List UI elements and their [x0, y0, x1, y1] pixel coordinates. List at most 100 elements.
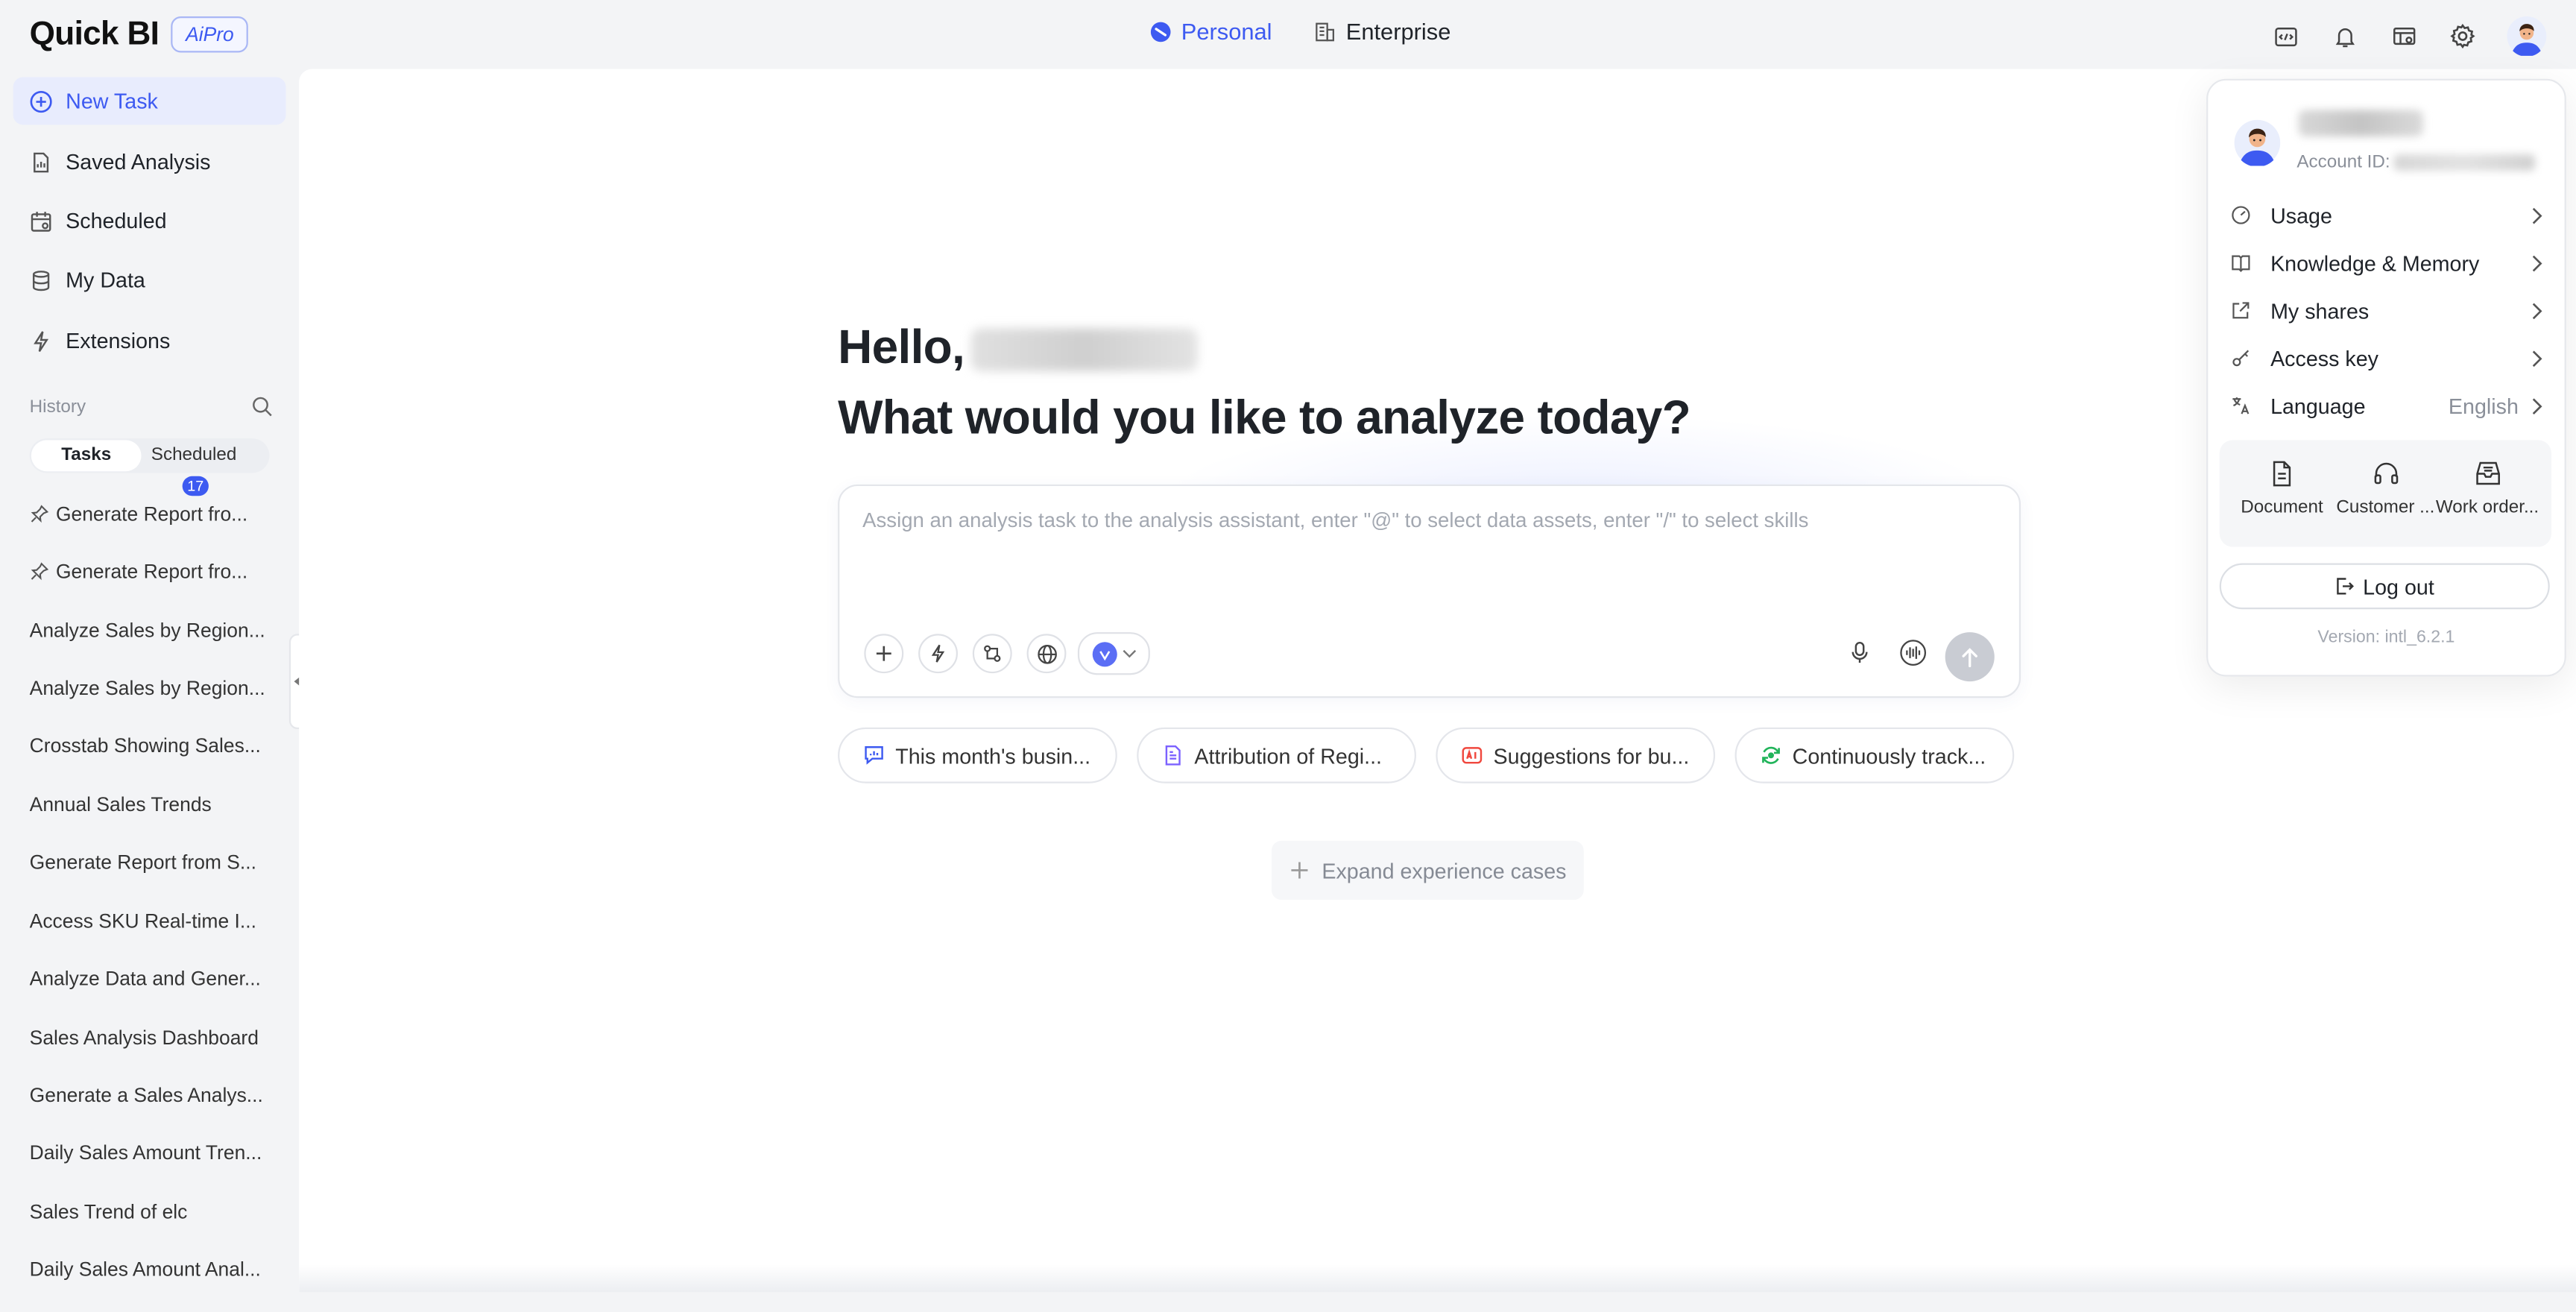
chevron-right-icon — [2532, 302, 2542, 319]
history-item[interactable]: Generate Report fro... — [30, 497, 270, 530]
logout-label: Log out — [2363, 573, 2434, 599]
history-item[interactable]: Analyze Data and Gener... — [30, 962, 270, 995]
app-logo[interactable]: Quick BI — [30, 16, 160, 54]
chevron-right-icon — [2532, 397, 2542, 414]
plus-circle-icon — [30, 89, 52, 113]
chevron-right-icon — [2532, 350, 2542, 367]
voice-mode-button[interactable] — [1898, 637, 1928, 667]
history-item[interactable]: Generate Report fro... — [30, 555, 270, 588]
menu-item-my-shares[interactable]: My shares — [2231, 292, 2543, 328]
task-input-box[interactable]: Assign an analysis task to the analysis … — [838, 484, 2021, 698]
history-item[interactable]: Analyze Sales by Region... — [30, 672, 270, 704]
web-search-button[interactable] — [1026, 634, 1067, 674]
gear-icon[interactable] — [2448, 22, 2478, 51]
history-item[interactable]: Sales Trend of elc — [30, 1196, 270, 1229]
menu-item-label: Knowledge & Memory — [2270, 250, 2480, 275]
pin-icon — [31, 562, 49, 581]
aipro-badge: AiPro — [171, 16, 249, 53]
workflow-button[interactable] — [972, 634, 1012, 674]
tab-personal[interactable]: Personal — [1150, 18, 1272, 44]
agent-selector[interactable] — [1077, 632, 1150, 675]
history-item[interactable]: Sales Analysis Dashboard — [30, 1021, 270, 1054]
logout-button[interactable]: Log out — [2219, 563, 2550, 610]
translate-icon — [2231, 396, 2250, 415]
inbox-icon — [2475, 461, 2499, 485]
history-item[interactable]: Daily Sales Amount Anal... — [30, 1253, 270, 1286]
tab-enterprise[interactable]: Enterprise — [1315, 18, 1450, 44]
version-text: Version: intl_6.2.1 — [2317, 627, 2455, 647]
quick-links: Document Customer ... Work order... — [2219, 440, 2551, 547]
menu-item-language[interactable]: Language English — [2231, 388, 2543, 423]
headset-icon — [2373, 462, 2398, 485]
redacted-display-name — [2298, 110, 2424, 136]
dashboard-settings-icon[interactable] — [2389, 22, 2419, 51]
database-icon — [32, 270, 50, 291]
greeting: Hello, — [838, 322, 1199, 376]
tab-personal-label: Personal — [1181, 18, 1272, 45]
microphone-button[interactable] — [1845, 637, 1875, 667]
tab-scheduled[interactable]: Scheduled 17 — [145, 440, 243, 496]
share-icon — [2231, 300, 2250, 320]
suggestion-chip-label: Continuously track... — [1792, 742, 1986, 768]
menu-item-knowledge-memory[interactable]: Knowledge & Memory — [2231, 245, 2543, 280]
quick-link-label: Customer ... — [2336, 497, 2435, 517]
account-id: Account ID: — [2296, 152, 2535, 173]
sidebar-item-new-task[interactable]: New Task — [13, 77, 286, 125]
user-avatar[interactable] — [2507, 16, 2547, 57]
suggestion-chip[interactable]: Continuously track... — [1734, 727, 2015, 783]
send-button[interactable] — [1945, 632, 1995, 682]
suggestion-chip[interactable]: This month's busin... — [838, 727, 1117, 783]
history-item[interactable]: Crosstab Showing Sales... — [30, 729, 270, 762]
suggestion-chip[interactable]: Attribution of Regi... — [1137, 727, 1416, 783]
sidebar-item-extensions[interactable]: Extensions — [13, 317, 286, 365]
add-attachment-button[interactable] — [864, 634, 904, 674]
tab-tasks[interactable]: Tasks — [31, 440, 142, 472]
personal-icon — [1150, 21, 1171, 42]
history-item[interactable]: Generate a Sales Analys... — [30, 1079, 270, 1111]
quick-link-document[interactable]: Document — [2229, 460, 2334, 517]
search-icon[interactable] — [251, 396, 273, 417]
history-item[interactable]: Analyze Sales by Region... — [30, 614, 270, 647]
account-id-label: Account ID: — [2296, 152, 2390, 173]
expand-experience-cases-button[interactable]: Expand experience cases — [1271, 840, 1584, 901]
history-label: History — [29, 396, 86, 417]
app-root: Quick BI AiPro Personal Enterprise New T… — [0, 0, 2576, 1312]
skills-button[interactable] — [918, 634, 958, 674]
history-header: History — [30, 396, 273, 417]
task-input-placeholder[interactable]: Assign an analysis task to the analysis … — [862, 509, 1808, 532]
suggestion-chip[interactable]: Suggestions for bu... — [1436, 727, 1716, 783]
suggestion-chip-label: This month's busin... — [895, 742, 1091, 768]
menu-item-label: Language — [2270, 393, 2366, 418]
history-item[interactable]: Daily Sales Amount Tren... — [30, 1136, 270, 1169]
sidebar-item-my-data[interactable]: My Data — [13, 256, 286, 304]
tab-scheduled-label: Scheduled — [151, 444, 237, 465]
language-value: English — [2448, 393, 2519, 418]
quick-link-work-order[interactable]: Work order... — [2434, 460, 2539, 517]
history-item-label: Generate Report fro... — [55, 560, 248, 583]
history-item[interactable]: Access SKU Real-time I... — [30, 905, 270, 938]
sidebar-item-label: Scheduled — [66, 208, 167, 233]
chevron-right-icon — [2532, 254, 2542, 271]
menu-item-usage[interactable]: Usage — [2231, 197, 2543, 233]
top-header: Quick BI AiPro Personal Enterprise — [0, 0, 2576, 69]
pin-icon — [31, 505, 49, 523]
plus-icon — [1290, 862, 1307, 879]
scheduled-count-badge: 17 — [182, 476, 209, 496]
waveform-icon — [1899, 639, 1925, 665]
history-item[interactable]: Annual Sales Trends — [30, 788, 270, 821]
header-actions — [2270, 16, 2547, 57]
suggestion-chip-label: Suggestions for bu... — [1493, 742, 1690, 768]
ai-suggest-icon — [1462, 747, 1483, 764]
quick-link-customer-service[interactable]: Customer ... — [2333, 460, 2438, 517]
sidebar-item-saved-analysis[interactable]: Saved Analysis — [13, 138, 286, 186]
sidebar-item-scheduled[interactable]: Scheduled — [13, 197, 286, 245]
history-item[interactable]: Generate Report from S... — [30, 845, 270, 878]
lightning-icon — [34, 330, 49, 351]
bell-icon[interactable] — [2329, 22, 2359, 51]
menu-item-access-key[interactable]: Access key — [2231, 340, 2543, 376]
sidebar-item-label: My Data — [66, 268, 145, 293]
sidebar: New Task Saved Analysis Scheduled My Dat… — [0, 69, 299, 1312]
menu-item-label: Access key — [2270, 345, 2378, 370]
developer-icon[interactable] — [2270, 22, 2300, 51]
workflow-icon — [984, 645, 1001, 662]
